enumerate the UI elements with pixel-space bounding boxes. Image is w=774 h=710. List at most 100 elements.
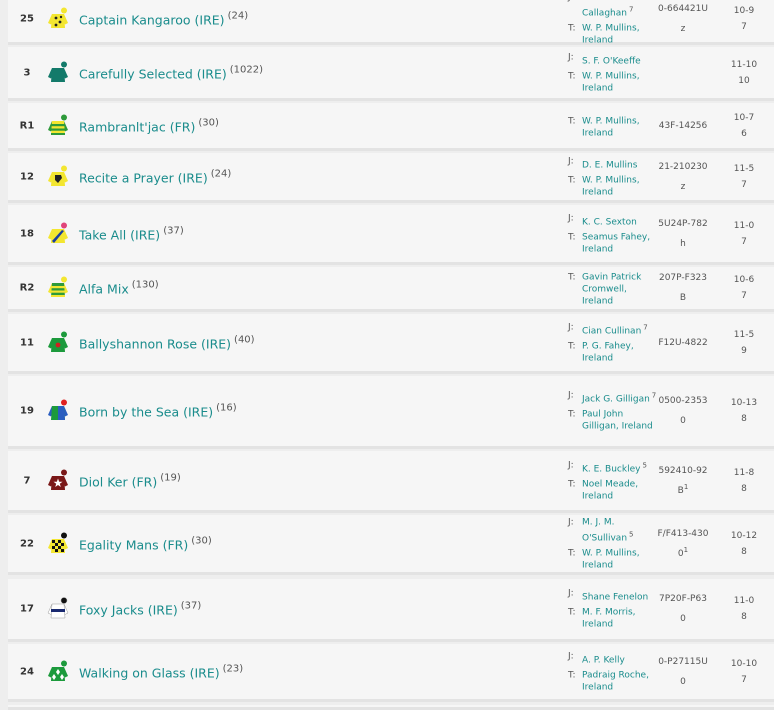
jockey-label: J: xyxy=(568,322,574,332)
form-figures: 592410-92 xyxy=(658,465,708,476)
horse-info: Foxy Jacks (IRE) (37) xyxy=(79,600,201,619)
trainer-name-link[interactable]: W. P. Mullins, Ireland xyxy=(582,115,658,139)
saddle-cloth-number: 25 xyxy=(20,13,34,24)
weight-column: 10-7 6 xyxy=(720,110,768,142)
jockey-silk-icon xyxy=(46,60,72,86)
horse-name-link[interactable]: Born by the Sea (IRE) xyxy=(79,405,213,420)
trainer-label: T: xyxy=(568,479,576,489)
horse-name-link[interactable]: Foxy Jacks (IRE) xyxy=(79,603,178,618)
form-figures: F/F413-430 xyxy=(657,528,709,539)
jockey-silk-icon xyxy=(46,275,72,301)
jockey-silk-icon xyxy=(46,596,72,622)
horse-info: Take All (IRE) (37) xyxy=(79,224,184,243)
runner-row: 19 Born by the Sea (IRE) (16) J: Jack G. … xyxy=(8,376,774,449)
days-since-run: (23) xyxy=(222,663,244,674)
official-rating: 6 xyxy=(741,128,747,139)
form-figures: 21-210230 xyxy=(658,161,708,172)
weight-column: 11-5 9 xyxy=(720,327,768,359)
horse-name-link[interactable]: Carefully Selected (IRE) xyxy=(79,66,227,81)
horse-info: Captain Kangaroo (IRE) (24) xyxy=(79,9,248,28)
saddle-cloth-number: 7 xyxy=(23,475,31,486)
trainer-line: T: W. P. Mullins, Ireland xyxy=(568,547,658,571)
trainer-name-link[interactable]: Paul John Gilligan, Ireland xyxy=(582,409,658,433)
trainer-label: T: xyxy=(568,670,576,680)
jockey-name-link[interactable]: K. C. Sexton xyxy=(582,217,637,227)
trainer-name-link[interactable]: W. P. Mullins, Ireland xyxy=(582,22,658,46)
jockey-claim: 7 xyxy=(643,323,648,331)
jockey-name-link[interactable]: D. E. Mullins xyxy=(582,160,637,170)
jockey-trainer: J: D. E. Mullins T: W. P. Mullins, Irela… xyxy=(568,155,658,198)
jockey-line: J: D. E. Mullins xyxy=(568,155,658,171)
runner-row: 18 Take All (IRE) (37) J: K. C. Sexton T:… xyxy=(8,205,774,265)
jockey-line: J: Nicholas Callaghan7 xyxy=(568,0,658,19)
horse-name-link[interactable]: Rambranlt'jac (FR) xyxy=(79,119,195,134)
form-figures: 207P-F323 xyxy=(658,273,707,283)
trainer-line: T: Noel Meade, Ireland xyxy=(568,478,658,502)
horse-name-link[interactable]: Ballyshannon Rose (IRE) xyxy=(79,336,231,351)
equipment: h xyxy=(680,238,686,249)
horse-name-link[interactable]: Walking on Glass (IRE) xyxy=(79,665,220,680)
jockey-name-link[interactable]: A. P. Kelly xyxy=(582,655,625,665)
official-rating: 8 xyxy=(741,483,747,494)
weight-column: 10-6 7 xyxy=(720,272,768,304)
weight-column: 11-8 8 xyxy=(720,465,768,497)
trainer-line: T: Paul John Gilligan, Ireland xyxy=(568,409,658,433)
runner-row: 17 Foxy Jacks (IRE) (37) J: Shane Fenelon… xyxy=(8,579,774,642)
runner-list: 25 Captain Kangaroo (IRE)(24) J: Nichola… xyxy=(8,0,774,710)
horse-name-link[interactable]: Diol Ker (FR) xyxy=(79,474,157,489)
jockey-name-link[interactable]: Nicholas Callaghan xyxy=(582,0,627,18)
days-since-run: (24) xyxy=(227,10,249,21)
jockey-label: J: xyxy=(568,0,582,19)
saddle-cloth-number: 3 xyxy=(23,67,31,78)
horse-name-link[interactable]: Alfa Mix xyxy=(79,282,129,297)
jockey-trainer: J: T: W. P. Mullins, Ireland xyxy=(568,112,658,139)
horse-name-link[interactable]: Recite a Prayer (IRE) xyxy=(79,170,208,185)
trainer-name-link[interactable]: W. P. Mullins, Ireland xyxy=(582,70,658,94)
form-figures: 5U24P-782 xyxy=(658,218,708,229)
jockey-label: J: xyxy=(568,588,574,599)
horse-name-link[interactable]: Egality Mans (FR) xyxy=(79,537,188,552)
jockey-name-link[interactable]: Cian Cullinan xyxy=(582,326,641,336)
trainer-label: T: xyxy=(568,341,576,351)
trainer-name-link[interactable]: W. P. Mullins, Ireland xyxy=(582,174,658,198)
equipment: B xyxy=(679,293,687,303)
trainer-name-link[interactable]: Seamus Fahey, Ireland xyxy=(582,231,658,255)
jockey-name-link[interactable]: M. J. M. O'Sullivan xyxy=(582,517,627,543)
trainer-name-link[interactable]: Gavin Patrick Cromwell, Ireland xyxy=(582,272,658,308)
weight-carried: 11-5 xyxy=(733,163,755,174)
runner-row: R1 Rambranlt'jac (FR)(30) J: T: W. P. Mu… xyxy=(8,103,774,151)
trainer-label: T: xyxy=(568,607,576,618)
jockey-name-link[interactable]: K. E. Buckley xyxy=(582,464,640,474)
runner-row: R2 Alfa Mix(130) J: T: Gavin Patrick Cro… xyxy=(8,267,774,312)
trainer-name-link[interactable]: M. F. Morris, Ireland xyxy=(582,607,658,631)
jockey-name-link[interactable]: Shane Fenelon xyxy=(582,593,648,603)
weight-column: 11-0 7 xyxy=(720,218,768,250)
jockey-name-link[interactable]: S. F. O'Keeffe xyxy=(582,56,641,66)
horse-name-link[interactable]: Captain Kangaroo (IRE) xyxy=(79,12,225,27)
jockey-claim: 5 xyxy=(642,461,647,469)
trainer-name-link[interactable]: W. P. Mullins, Ireland xyxy=(582,547,658,571)
runner-row: 7 Diol Ker (FR) (19) J: K. E. Buckley 5 T:… xyxy=(8,451,774,513)
weight-carried: 11-5 xyxy=(733,329,755,340)
jockey-silk-icon xyxy=(46,531,72,557)
runner-row: 25 Captain Kangaroo (IRE)(24) J: Nichola… xyxy=(8,0,774,45)
trainer-name-link[interactable]: Padraig Roche, Ireland xyxy=(582,669,658,693)
saddle-cloth-number: 17 xyxy=(20,603,34,615)
horse-info: Recite a Prayer (IRE) (24) xyxy=(79,167,231,186)
saddle-cloth-number: 19 xyxy=(20,405,34,417)
trainer-name-link[interactable]: Noel Meade, Ireland xyxy=(582,478,658,502)
jockey-silk-icon xyxy=(46,398,72,424)
official-rating: 10 xyxy=(738,75,750,86)
trainer-name-link[interactable]: P. G. Fahey, Ireland xyxy=(582,340,658,364)
horse-name-link[interactable]: Take All (IRE) xyxy=(79,227,160,242)
jockey-trainer: J: Shane Fenelon T: M. F. Morris, Irelan… xyxy=(568,588,658,631)
weight-column: 11-0 8 xyxy=(720,593,768,625)
equipment: 0 xyxy=(680,676,686,687)
jockey-trainer: J: S. F. O'Keeffe T: W. P. Mullins, Irel… xyxy=(568,51,658,94)
weight-column: 10-9 7 xyxy=(720,3,768,35)
jockey-name-link[interactable]: Jack G. Gilligan xyxy=(582,395,650,405)
horse-info: Diol Ker (FR) (19) xyxy=(79,471,181,490)
form-column: 0-P27115U 0 xyxy=(648,654,718,690)
horse-info: Egality Mans (FR) (30) xyxy=(79,534,212,553)
weight-carried: 11-10 xyxy=(730,59,758,70)
